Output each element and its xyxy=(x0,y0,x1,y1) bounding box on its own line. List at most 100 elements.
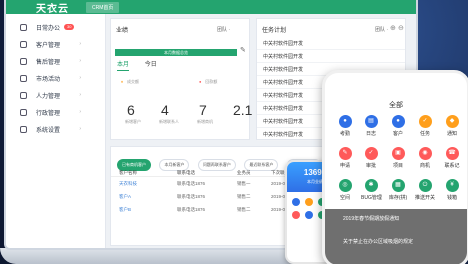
space-icon: ◎ xyxy=(338,179,352,192)
notice-icon: ◆ xyxy=(445,115,459,128)
customer-rep: 销售二 xyxy=(237,194,251,199)
sidebar-item-settings[interactable]: 系统设置 › xyxy=(6,121,105,137)
contact-log-icon: ☎ xyxy=(445,147,459,160)
task-icon: ✓ xyxy=(418,115,432,128)
chevron-right-icon: › xyxy=(79,41,81,47)
task-scope-select[interactable]: 团队 · xyxy=(375,26,388,33)
customer-icon: ● xyxy=(391,115,405,128)
project-icon: ▣ xyxy=(391,147,405,160)
app-icon[interactable] xyxy=(292,198,300,206)
apply-icon: ✎ xyxy=(338,147,352,160)
sidebar-item-marketing[interactable]: 市场活动 › xyxy=(6,70,105,86)
sidebar-item-hr[interactable]: 人力管理 › xyxy=(6,87,105,103)
edit-icon[interactable]: ✎ xyxy=(240,46,246,54)
notification-badge: 30 xyxy=(64,24,75,30)
customer-phone: 联系电话1876 xyxy=(177,207,206,212)
performance-banner: 本月数据总览 xyxy=(115,49,237,56)
trophy-icon: ♦ xyxy=(121,79,124,84)
chevron-right-icon: › xyxy=(79,58,81,64)
tab-this-month[interactable]: 本月 xyxy=(117,62,130,71)
performance-tabs: 本月 今日 xyxy=(117,59,171,71)
sidebar-item-admin[interactable]: 行政管理 › xyxy=(6,104,105,120)
app-icon[interactable] xyxy=(292,211,300,219)
app-item[interactable]: ✱ BUG管理 xyxy=(361,179,382,201)
stat-label: 新增联系人 xyxy=(159,119,179,124)
app-item[interactable]: ✓ 审批 xyxy=(361,147,381,169)
customer-phone: 联系电话1876 xyxy=(177,181,206,186)
gear-icon xyxy=(20,125,27,133)
app-item[interactable]: ▣ 项目 xyxy=(388,147,408,169)
monitor-icon xyxy=(20,23,27,31)
sidebar-item-customers[interactable]: 客户管理 › xyxy=(6,36,105,52)
customer-date: 2019-0 xyxy=(271,194,286,199)
news-item[interactable]: 2019年春节假期放假通知 xyxy=(343,215,399,222)
stat-value: 6 xyxy=(127,102,135,118)
customer-name[interactable]: 客户A xyxy=(119,194,131,200)
minus-icon[interactable]: ⊖ xyxy=(398,24,404,32)
opportunity-icon: ◉ xyxy=(418,147,432,160)
chevron-right-icon: › xyxy=(79,75,81,81)
app-item[interactable]: ▤ 日志 xyxy=(361,115,381,137)
app-item[interactable]: ☎ 联系记 xyxy=(442,147,462,169)
sidebar-item-aftersales[interactable]: 售后管理 › xyxy=(6,53,105,69)
checkin-icon: ● xyxy=(338,115,352,128)
large-phone-mockup: 全部 ● 考勤 ▤ 日志 ● 客户 ✓ 任务 ◆ 通知 ✎ 申请 ✓ 审批 ▣ 项目 ◉ 商机 ☎… xyxy=(322,70,468,264)
admin-icon xyxy=(20,108,27,116)
log-icon: ▤ xyxy=(364,115,378,128)
column-header: 客户名称 xyxy=(119,170,137,175)
tab-crm-home[interactable]: CRM首页 xyxy=(86,1,120,13)
task-plan-title: 任务计划 xyxy=(262,28,287,34)
app-item[interactable]: ◉ 商机 xyxy=(415,147,435,169)
customer-rep: 销售一 xyxy=(237,181,251,186)
column-header: 下次联 xyxy=(271,170,285,175)
stat-label: 新增客户 xyxy=(125,119,141,124)
chevron-right-icon: › xyxy=(79,92,81,98)
stat-value: 2.1 xyxy=(233,102,253,118)
chevron-right-icon: › xyxy=(79,109,81,115)
app-icon[interactable] xyxy=(305,198,313,206)
customer-name[interactable]: 天衣科技 xyxy=(119,181,137,187)
marketing-scene: 天衣云 CRM首页 日常办公 30 客户管理 › 售后管理 › 市场活动 › 人力管理 ›… xyxy=(0,0,468,264)
column-header: 业务员 xyxy=(237,170,251,175)
app-item[interactable]: ▦ 库存(拼) xyxy=(388,179,408,201)
user-icon xyxy=(20,91,27,99)
inventory-icon: ▦ xyxy=(391,179,405,192)
payment-card: ● 回款额 xyxy=(199,79,218,84)
performance-scope-select[interactable]: 团队 · xyxy=(217,26,230,33)
task-item[interactable]: 中关村软件园开发 xyxy=(257,50,405,63)
stat-value: 7 xyxy=(199,102,207,118)
app-item[interactable]: ✎ 申请 xyxy=(335,147,355,169)
news-item[interactable]: 关于禁止在办公区域吸烟的规定 xyxy=(343,238,413,245)
push-toggle-icon: ⏻ xyxy=(418,179,432,192)
app-item[interactable]: ⏻ 推送开关 xyxy=(415,179,435,201)
performance-title: 业绩 xyxy=(116,28,129,34)
marketing-icon xyxy=(20,74,27,82)
app-item[interactable]: ¥ 钱箱 xyxy=(442,179,462,201)
app-item[interactable]: ◆ 通知 xyxy=(442,115,462,137)
customer-date: 2019-0 xyxy=(271,207,286,212)
tab-today[interactable]: 今日 xyxy=(145,62,157,68)
stat-value: 4 xyxy=(161,102,169,118)
approval-icon: ✓ xyxy=(364,147,378,160)
app-item[interactable]: ● 客户 xyxy=(388,115,408,137)
app-item[interactable]: ◎ 空间 xyxy=(335,179,355,201)
sidebar-item-daily[interactable]: 日常办公 30 xyxy=(6,19,105,35)
task-item[interactable]: 中关村软件园开发 xyxy=(257,37,405,50)
bug-icon: ✱ xyxy=(364,179,378,192)
app-item[interactable]: ✓ 任务 xyxy=(415,115,435,137)
service-icon xyxy=(20,57,27,65)
add-icon[interactable]: ⊕ xyxy=(390,24,396,32)
customer-date: 2019-0 xyxy=(271,181,286,186)
phone-title: 全部 xyxy=(389,102,403,109)
customer-name[interactable]: 客户B xyxy=(119,207,131,213)
stat-label: 新增商机 xyxy=(197,119,213,124)
money-icon: ● xyxy=(199,79,202,84)
sidebar: 日常办公 30 客户管理 › 售后管理 › 市场活动 › 人力管理 › 行政管理 › 系统设… xyxy=(6,14,106,248)
customer-icon xyxy=(20,40,27,48)
news-card[interactable]: 2019年春节假期放假通知 关于禁止在办公区域吸烟的规定 xyxy=(325,209,467,264)
deal-card: ♦ 成交额 xyxy=(121,79,140,84)
app-item[interactable]: ● 考勤 xyxy=(335,115,355,137)
app-icon[interactable] xyxy=(305,211,313,219)
app-grid: ● 考勤 ▤ 日志 ● 客户 ✓ 任务 ◆ 通知 ✎ 申请 ✓ 审批 ▣ 项目 ◉ 商机 ☎ 联系记… xyxy=(331,113,467,213)
cashbox-icon: ¥ xyxy=(445,179,459,192)
